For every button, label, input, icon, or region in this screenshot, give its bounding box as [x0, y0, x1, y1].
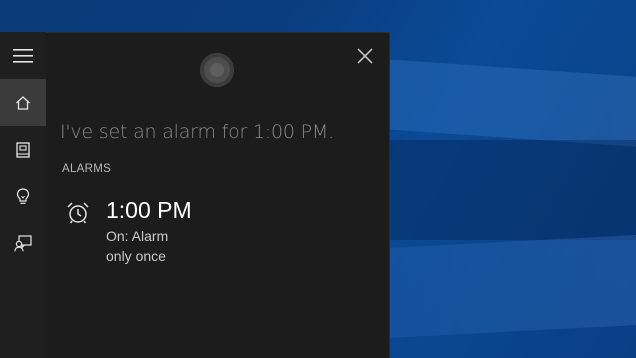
alarm-clock-icon: [67, 202, 89, 224]
feedback-icon: [14, 235, 32, 252]
cortana-panel: I've set an alarm for 1:00 PM. ALARMS 1:…: [46, 32, 390, 358]
nav-home-button[interactable]: [0, 79, 46, 126]
nav-notebook-button[interactable]: [0, 126, 46, 173]
home-icon: [16, 95, 30, 110]
hamburger-icon: [13, 48, 33, 63]
notebook-icon: [16, 141, 30, 158]
hamburger-menu-button[interactable]: [0, 32, 46, 79]
nav-reminders-button[interactable]: [0, 173, 46, 220]
lightbulb-icon: [16, 188, 30, 204]
alarm-repeat: only once: [106, 248, 166, 264]
cortana-orb-center: [210, 63, 224, 77]
alarm-card[interactable]: 1:00 PM On: Alarm only once: [62, 197, 362, 271]
alarm-state: On: Alarm: [106, 228, 169, 244]
wallpaper-light-beam: [390, 232, 636, 338]
wallpaper-shadow: [390, 140, 636, 240]
cortana-sidebar: [0, 32, 46, 358]
cortana-icon[interactable]: [200, 53, 234, 87]
close-icon: [357, 48, 373, 64]
cortana-response-text: I've set an alarm for 1:00 PM.: [60, 121, 334, 143]
nav-feedback-button[interactable]: [0, 220, 46, 267]
close-button[interactable]: [355, 46, 375, 66]
alarms-section-label: ALARMS: [62, 163, 112, 175]
wallpaper-light-beam: [390, 59, 636, 151]
alarm-time: 1:00 PM: [106, 197, 192, 223]
